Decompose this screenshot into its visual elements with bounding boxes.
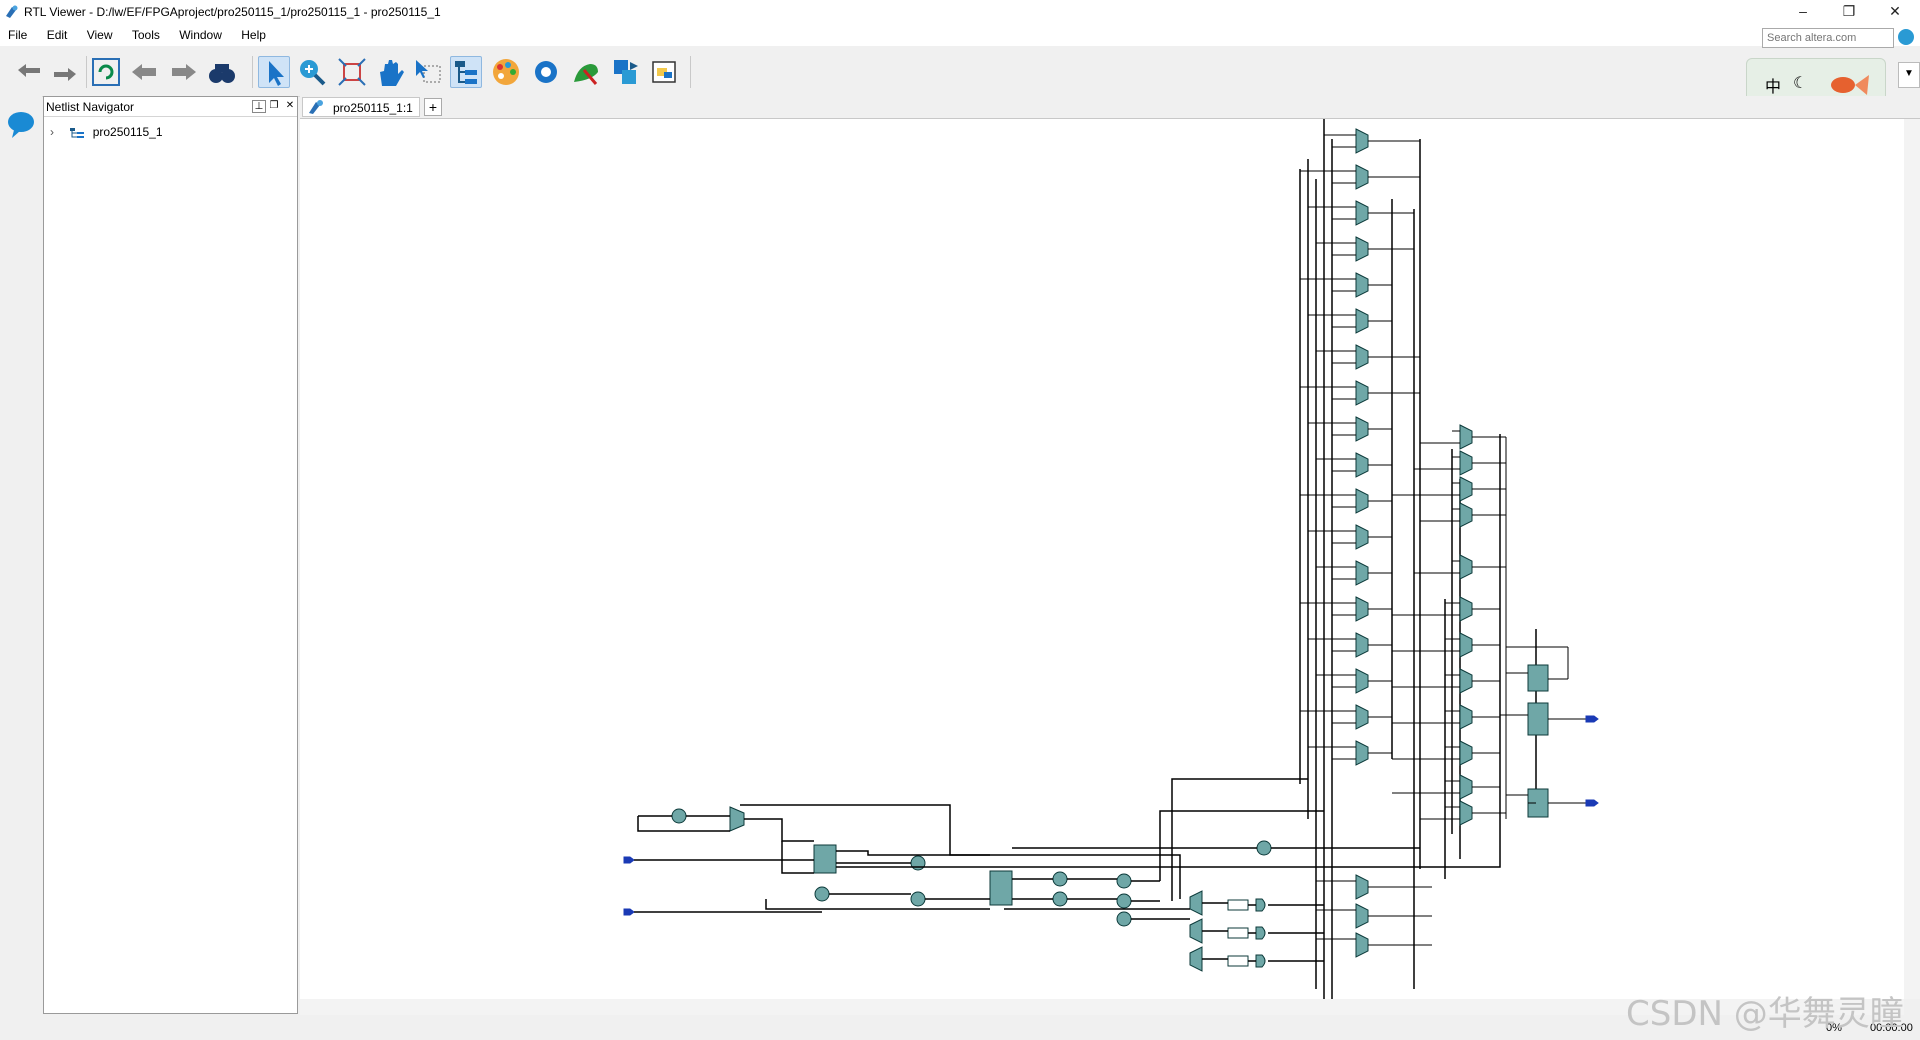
close-button[interactable]: ✕	[1872, 0, 1918, 24]
hierarchy-icon[interactable]	[450, 56, 482, 88]
back-icon[interactable]	[14, 56, 46, 88]
mux-column-2-wires	[1392, 430, 1507, 820]
bird-icon[interactable]	[570, 56, 602, 88]
output-registers	[1527, 664, 1549, 818]
menu-file[interactable]: File	[0, 26, 35, 44]
tree-item-pro250115_1[interactable]: › pro250115_1	[50, 125, 163, 139]
menu-bar: File Edit View Tools Window Help	[0, 26, 1920, 46]
pin-icon[interactable]: ⊥	[252, 100, 266, 113]
lower-logic-wires	[634, 778, 1501, 962]
add-tab-button[interactable]: +	[424, 98, 442, 116]
moon-icon: ☾	[1793, 75, 1808, 92]
color-icon[interactable]	[490, 56, 522, 88]
menu-view[interactable]: View	[79, 26, 121, 44]
ime-lang: 中	[1765, 79, 1782, 96]
title-bar: RTL Viewer - D:/lw/EF/FPGAproject/pro250…	[0, 0, 1920, 26]
rtl-viewer-icon	[6, 5, 18, 18]
menu-window[interactable]: Window	[171, 26, 230, 44]
hand-icon[interactable]	[374, 56, 406, 88]
output-pins	[1585, 715, 1599, 807]
fit-icon[interactable]	[336, 56, 368, 88]
next-icon[interactable]	[168, 56, 200, 88]
globe-icon[interactable]	[1898, 29, 1914, 45]
refresh-icon[interactable]	[90, 56, 122, 88]
find-icon[interactable]	[206, 56, 238, 88]
toolbar-separator	[252, 56, 253, 88]
restore-button[interactable]: ❐	[1826, 0, 1872, 24]
tab-pro250115_1[interactable]: pro250115_1:1	[302, 97, 420, 117]
vertical-scrollbar[interactable]	[1904, 119, 1920, 999]
float-icon[interactable]: ❐	[268, 100, 280, 111]
schematic-canvas[interactable]	[300, 119, 1904, 999]
window-title: RTL Viewer - D:/lw/EF/FPGAproject/pro250…	[24, 5, 441, 19]
rtl-tab-icon	[309, 100, 323, 114]
search-input[interactable]	[1762, 28, 1894, 48]
netlist-icon[interactable]	[648, 56, 680, 88]
expand-icon[interactable]: ›	[50, 125, 62, 139]
close-icon[interactable]: ✕	[284, 100, 296, 111]
zoom-icon[interactable]	[296, 56, 328, 88]
toolbar	[0, 50, 1920, 97]
select-icon[interactable]	[258, 56, 290, 88]
navigator-title: Netlist Navigator	[46, 100, 135, 114]
menu-help[interactable]: Help	[233, 26, 274, 44]
tree-item-label: pro250115_1	[92, 125, 163, 139]
toolbar-separator	[690, 56, 691, 88]
netlist-navigator: Netlist Navigator ⊥ ❐ ✕ › pro250115_1	[43, 96, 298, 1014]
left-strip	[0, 96, 42, 1016]
tab-label: pro250115_1:1	[333, 101, 413, 115]
chat-icon[interactable]	[6, 110, 36, 138]
hierarchy-tree-icon	[70, 127, 85, 138]
previous-icon[interactable]	[128, 56, 160, 88]
area-select-icon[interactable]	[412, 56, 444, 88]
watermark: CSDN @华舞灵瞳	[1626, 994, 1904, 1034]
minimize-button[interactable]: –	[1780, 0, 1826, 24]
navigator-header: Netlist Navigator ⊥ ❐ ✕	[44, 97, 297, 117]
toolbar-separator	[86, 56, 87, 88]
mux-column-1	[1355, 128, 1369, 958]
mux-column-2	[1459, 424, 1473, 826]
input-pins	[623, 856, 635, 916]
lower-logic-blocks	[671, 806, 1272, 972]
forward-icon[interactable]	[48, 56, 80, 88]
menu-tools[interactable]: Tools	[124, 26, 168, 44]
chevron-down-icon[interactable]: ▼	[1898, 62, 1920, 88]
settings-icon[interactable]	[530, 56, 562, 88]
document-tabs: pro250115_1:1 +	[300, 96, 1920, 119]
mux-column-1-outputs	[1368, 140, 1432, 946]
export-icon[interactable]	[610, 56, 642, 88]
menu-edit[interactable]: Edit	[39, 26, 76, 44]
schematic[interactable]	[300, 119, 1904, 999]
